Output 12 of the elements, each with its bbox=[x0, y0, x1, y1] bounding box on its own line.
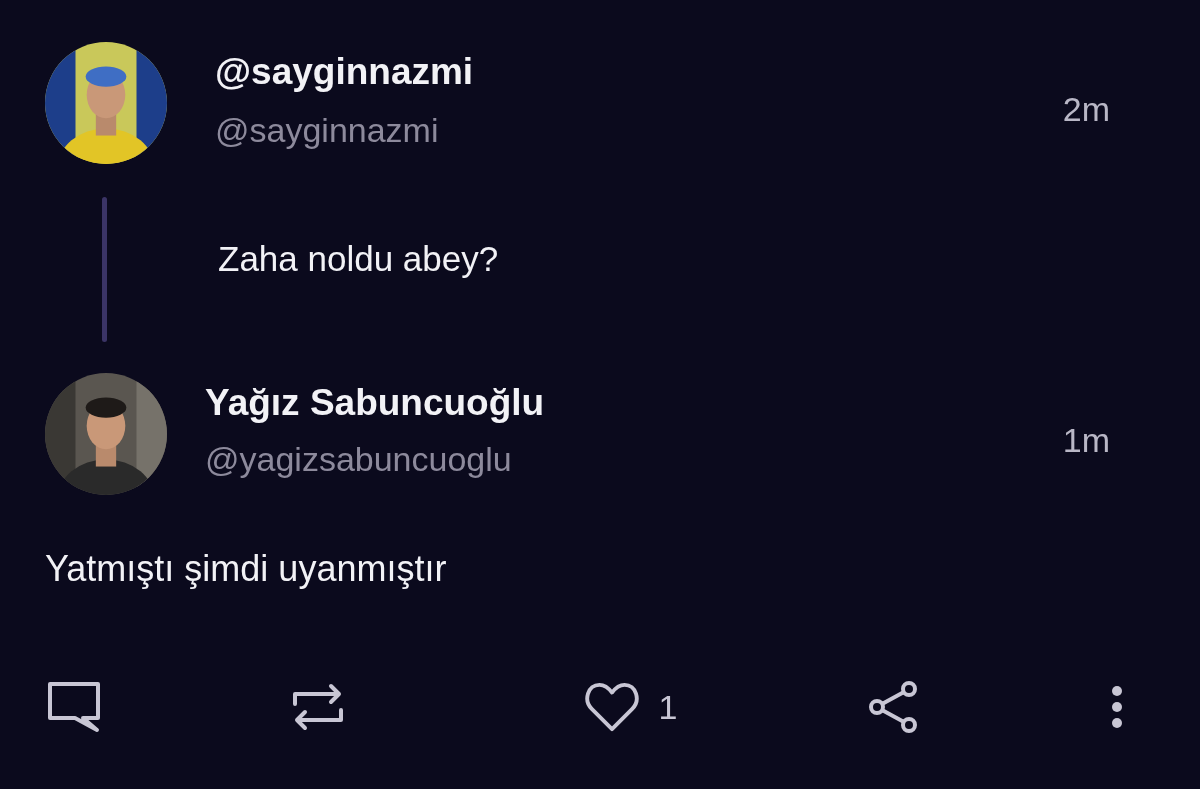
user-name[interactable]: Yağız Sabuncuoğlu bbox=[205, 381, 1063, 425]
heart-icon[interactable] bbox=[584, 680, 639, 734]
comment-icon[interactable] bbox=[47, 680, 101, 734]
user-handle[interactable]: @yagizsabuncuoglu bbox=[205, 437, 1063, 481]
user-name[interactable]: @sayginnazmi bbox=[215, 50, 1063, 94]
timestamp: 2m bbox=[1062, 89, 1111, 129]
like-count: 1 bbox=[658, 687, 678, 727]
timestamp: 1m bbox=[1062, 420, 1111, 460]
post-text: Zaha noldu abey? bbox=[218, 239, 499, 279]
post-text: Yatmıştı şimdi uyanmıştır bbox=[45, 548, 448, 591]
more-icon[interactable] bbox=[1111, 685, 1123, 729]
user-handle[interactable]: @sayginnazmi bbox=[215, 108, 1063, 152]
